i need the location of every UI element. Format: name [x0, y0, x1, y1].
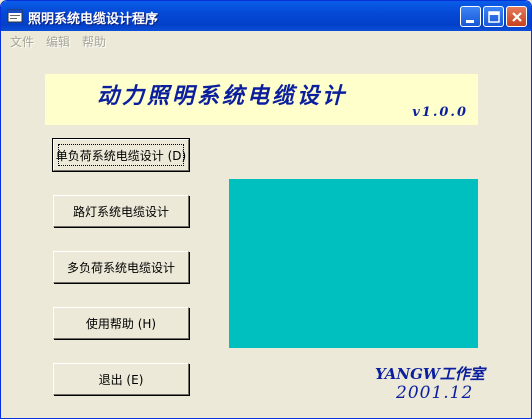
version-label: v1.0.0	[412, 105, 468, 120]
street-light-design-button[interactable]: 路灯系统电缆设计	[53, 195, 189, 227]
multi-load-design-button[interactable]: 多负荷系统电缆设计	[53, 251, 189, 283]
single-load-design-button[interactable]: 单负荷系统电缆设计 (D)	[52, 138, 190, 172]
title-banner: 动力照明系统电缆设计 v1.0.0	[45, 74, 478, 125]
help-label: 使用帮助 (H)	[85, 316, 157, 331]
close-button[interactable]	[506, 6, 527, 27]
multi-load-design-label: 多负荷系统电缆设计	[66, 260, 175, 275]
minimize-button[interactable]	[460, 6, 481, 27]
display-panel	[229, 179, 478, 348]
release-date: 2001.12	[396, 383, 474, 403]
window-title: 照明系统电缆设计程序	[28, 12, 159, 27]
menu-help[interactable]: 帮助	[82, 33, 106, 50]
street-light-design-label: 路灯系统电缆设计	[72, 204, 169, 219]
exit-label: 退出 (E)	[98, 372, 144, 387]
focus-rectangle	[58, 144, 184, 166]
maximize-button[interactable]	[483, 6, 504, 27]
help-button[interactable]: 使用帮助 (H)	[53, 307, 189, 339]
menu-edit[interactable]: 编辑	[46, 33, 70, 50]
minimize-icon	[466, 20, 474, 23]
app-window-icon[interactable]	[7, 8, 23, 24]
menu-bar: 文件 编辑 帮助	[1, 31, 531, 51]
menu-file[interactable]: 文件	[10, 33, 34, 50]
studio-credit: YANGW工作室	[375, 365, 485, 383]
close-icon	[512, 12, 522, 22]
banner-title: 动力照明系统电缆设计	[97, 83, 348, 109]
title-bar[interactable]: 照明系统电缆设计程序	[1, 1, 531, 31]
maximize-icon	[488, 11, 500, 23]
app-window: 照明系统电缆设计程序 文件 编辑 帮助 动力照明系统电缆设计 v1.0.0 单负…	[0, 0, 532, 419]
exit-button[interactable]: 退出 (E)	[53, 363, 189, 395]
